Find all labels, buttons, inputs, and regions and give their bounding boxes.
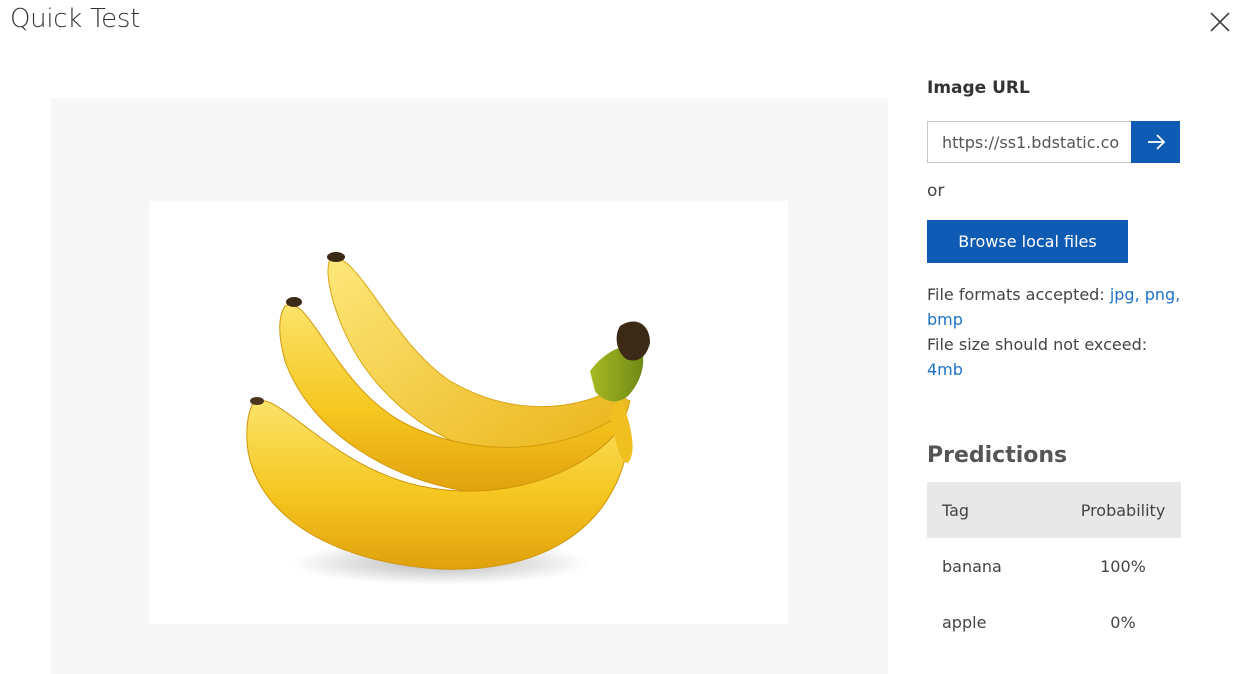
table-row: apple 0% [927, 594, 1181, 650]
preview-image-frame [150, 201, 788, 624]
image-url-group [927, 121, 1180, 163]
table-row: banana 100% [927, 538, 1181, 594]
dialog-title: Quick Test [10, 4, 140, 34]
predictions-table: Tag Probability banana 100% apple 0% [927, 482, 1181, 650]
image-preview-area [51, 98, 888, 674]
size-line: File size should not exceed: 4mb [927, 332, 1183, 382]
file-requirements: File formats accepted: jpg, png, bmp Fil… [927, 282, 1183, 382]
prediction-tag: banana [942, 556, 1002, 576]
prediction-tag: apple [942, 612, 987, 632]
banana-bunch-image [246, 252, 650, 585]
column-header-tag: Tag [927, 482, 1065, 538]
image-url-input[interactable] [927, 121, 1131, 163]
table-header-row: Tag Probability [927, 482, 1181, 538]
or-separator: or [927, 181, 945, 201]
image-url-label: Image URL [927, 78, 1030, 98]
formats-label: File formats accepted: [927, 285, 1105, 304]
size-link[interactable]: 4mb [927, 360, 963, 379]
image-url-submit-button[interactable] [1131, 121, 1180, 163]
predictions-heading: Predictions [927, 443, 1068, 468]
formats-line: File formats accepted: jpg, png, bmp [927, 282, 1183, 332]
browse-local-files-button[interactable]: Browse local files [927, 220, 1128, 263]
close-button[interactable] [1204, 6, 1236, 38]
prediction-probability: 0% [1110, 612, 1136, 632]
close-icon [1210, 12, 1230, 32]
arrow-right-icon [1147, 134, 1165, 150]
prediction-probability: 100% [1100, 556, 1146, 576]
size-label: File size should not exceed: [927, 335, 1148, 354]
column-header-probability: Probability [1065, 482, 1181, 538]
